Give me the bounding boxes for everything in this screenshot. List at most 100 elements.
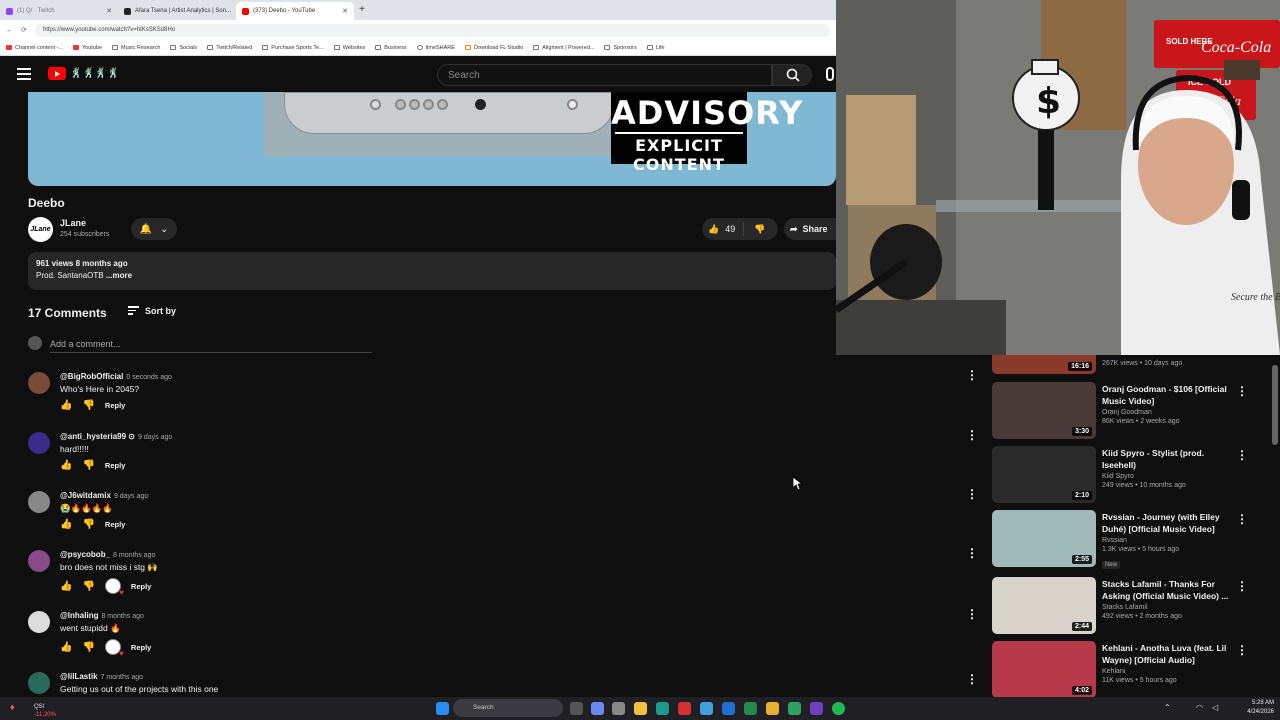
thumbs-up-icon[interactable]: 👍 [60,519,72,530]
avatar[interactable] [28,491,50,513]
recommendation-item[interactable]: 3:30 Oranj Goodman - $106 [Official Musi… [992,382,1252,442]
search-input[interactable]: Search [437,64,772,86]
excel-icon[interactable] [744,702,757,715]
avatar[interactable] [28,611,50,633]
thumbs-down-icon[interactable]: 👎 [82,581,94,592]
comment-time[interactable]: 9 days ago [138,434,172,441]
recommendation-item[interactable]: 4:02 Kehlani - Anotha Luva (feat. Lil Wa… [992,641,1252,697]
video-thumbnail[interactable]: 2:55 [992,510,1096,567]
more-vert-icon[interactable]: ⋮ [966,428,978,442]
share-button[interactable]: ➦ Share [784,218,840,240]
video-thumbnail[interactable]: 2:44 [992,577,1096,634]
comment-author[interactable]: @psycobob_ 8 months ago [60,550,155,559]
channel-name[interactable]: Oranj Goodman [1102,409,1236,416]
taskbar-search[interactable]: Search [453,699,563,717]
app-icon[interactable] [678,702,691,715]
more-vert-icon[interactable]: ⋮ [966,546,978,560]
bookmark-item[interactable]: Purchase Sports Te... [262,45,324,51]
bookmark-item[interactable]: Music Research [112,45,160,51]
copilot-icon[interactable] [591,702,604,715]
bookmark-item[interactable]: Websites [333,45,365,51]
video-title[interactable]: Rvssian - Journey (with Elley Duhé) [Off… [1102,511,1236,535]
dislike-button[interactable]: 👎 [744,224,765,235]
scrollbar-thumb[interactable] [1272,365,1278,445]
task-view-icon[interactable] [570,702,583,715]
reload-icon[interactable]: ⟳ [21,26,27,34]
recommendation-item[interactable]: 2:55 Rvssian - Journey (with Elley Duhé)… [992,510,1252,570]
bookmark-item[interactable]: Channel content -... [6,45,63,51]
comment-author[interactable]: @lnhaling 8 months ago [60,611,144,620]
more-vert-icon[interactable]: ⋮ [966,368,978,382]
comment-time[interactable]: 0 seconds ago [126,374,172,381]
close-icon[interactable]: ✕ [106,7,112,15]
browser-tab-youtube[interactable]: (373) Deebo - YouTube ✕ [236,2,354,20]
channel-name[interactable]: Kiid Spyro [1102,473,1236,480]
app-icon[interactable] [700,702,713,715]
bookmark-item[interactable]: Socials [170,45,197,51]
avatar[interactable] [28,432,50,454]
chevron-up-icon[interactable]: ⌃ [1164,703,1171,712]
comment-author[interactable]: @BigRobOfficial 0 seconds ago [60,372,172,381]
sort-by-button[interactable]: Sort by [128,306,176,317]
windows-start-icon[interactable] [436,702,449,715]
avatar[interactable] [28,550,50,572]
bookmark-item[interactable]: Aligment | Powered... [533,45,594,51]
volume-icon[interactable]: ◁ [1212,703,1218,712]
stock-widget[interactable]: ♦ QSI -11.20% [8,700,88,718]
bookmark-item[interactable]: Twitch/Related [207,45,252,51]
channel-name[interactable]: JLane [60,218,86,228]
app-icon[interactable] [788,702,801,715]
reply-button[interactable]: Reply [105,520,125,529]
avatar[interactable] [28,672,50,694]
chrome-icon[interactable] [766,702,779,715]
notification-bell-button[interactable]: 🔔 ⌄ [131,218,177,240]
video-title[interactable]: Stacks Lafamil - Thanks For Asking (Offi… [1102,578,1236,602]
comment-time[interactable]: 8 months ago [101,613,143,620]
thumbs-up-icon[interactable]: 👍 [60,642,72,653]
recommendation-item[interactable]: 2:44 Stacks Lafamil - Thanks For Asking … [992,577,1252,637]
channel-name[interactable]: Stacks Lafamil [1102,604,1236,611]
bookmark-item[interactable]: Youtube [73,45,102,51]
more-vert-icon[interactable]: ⋮ [966,672,978,686]
thumbs-up-icon[interactable]: 👍 [60,400,72,411]
more-vert-icon[interactable]: ⋮ [1236,448,1248,462]
thumbs-up-icon[interactable]: 👍 [60,460,72,471]
bookmark-item[interactable]: Life [646,45,665,51]
more-vert-icon[interactable]: ⋮ [1236,579,1248,593]
reply-button[interactable]: Reply [131,643,151,652]
more-vert-icon[interactable]: ⋮ [966,607,978,621]
youtube-logo[interactable]: 🕺🕺🕺🕺 [48,67,120,80]
new-tab-button[interactable]: + [354,2,370,20]
edge-icon[interactable] [656,702,669,715]
bookmark-item[interactable]: timeSHARE [416,45,455,51]
url-field[interactable]: https://www.youtube.com/watch?v=htKsSKSd… [34,23,830,37]
outlook-icon[interactable] [722,702,735,715]
video-thumbnail[interactable]: 4:02 [992,641,1096,697]
channel-name[interactable]: Rvssian [1102,537,1236,544]
thumbs-down-icon[interactable]: 👎 [82,642,94,653]
comment-author[interactable]: @anti_hysteria99 ⊙ 9 days ago [60,432,172,441]
add-comment-box[interactable]: Add a comment... [28,336,836,354]
comment-author[interactable]: @J6witdamix 9 days ago [60,491,148,500]
video-player[interactable]: ADVISORY EXPLICIT CONTENT [28,92,836,186]
show-more-link[interactable]: ...more [106,271,132,280]
more-vert-icon[interactable]: ⋮ [966,487,978,501]
video-title[interactable]: Kehlani - Anotha Luva (feat. Lil Wayne) … [1102,642,1236,666]
recommendation-item[interactable]: 2:10 Kiid Spyro - Stylist (prod. Iseehel… [992,446,1252,506]
menu-icon[interactable] [17,68,31,83]
app-icon[interactable] [810,702,823,715]
thumbs-down-icon[interactable]: 👎 [82,460,94,471]
wifi-icon[interactable]: ◠ [1196,703,1203,712]
thumbs-down-icon[interactable]: 👎 [82,400,94,411]
comment-time[interactable]: 8 months ago [113,552,155,559]
more-vert-icon[interactable]: ⋮ [1236,512,1248,526]
thumbs-down-icon[interactable]: 👎 [82,519,94,530]
browser-tab-analytics[interactable]: Afara Tsena | Artist Analytics | Son... … [118,2,236,20]
store-icon[interactable] [612,702,625,715]
browser-tab-twitch[interactable]: (1) Q/ · Twitch ✕ [0,2,118,20]
search-button[interactable] [772,64,812,86]
mic-icon[interactable] [826,67,834,81]
channel-name[interactable]: Kehlani [1102,668,1236,675]
comment-time[interactable]: 9 days ago [114,493,148,500]
channel-avatar[interactable]: JLane [28,217,53,242]
